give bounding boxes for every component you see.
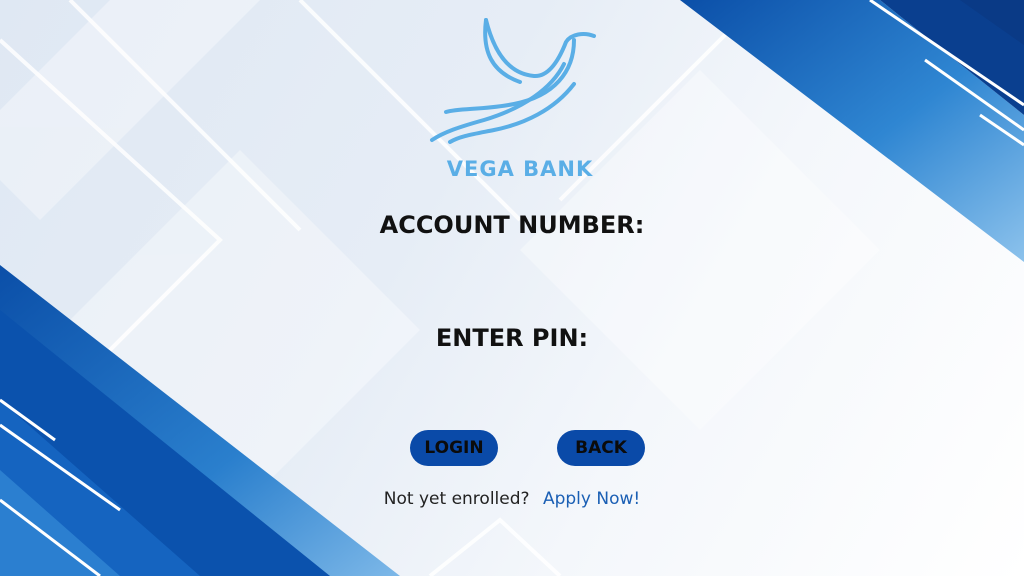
account-number-label: ACCOUNT NUMBER: xyxy=(379,211,645,239)
back-button[interactable]: BACK xyxy=(557,430,645,466)
apply-now-link[interactable]: Apply Now! xyxy=(543,489,640,509)
bank-name: VEGA BANK xyxy=(446,157,594,181)
enter-pin-label: ENTER PIN: xyxy=(435,324,589,352)
dove-icon xyxy=(430,18,596,144)
enroll-row: Not yet enrolled? Apply Now! xyxy=(300,489,724,509)
login-button[interactable]: LOGIN xyxy=(410,430,498,466)
enroll-prompt: Not yet enrolled? xyxy=(383,489,530,509)
